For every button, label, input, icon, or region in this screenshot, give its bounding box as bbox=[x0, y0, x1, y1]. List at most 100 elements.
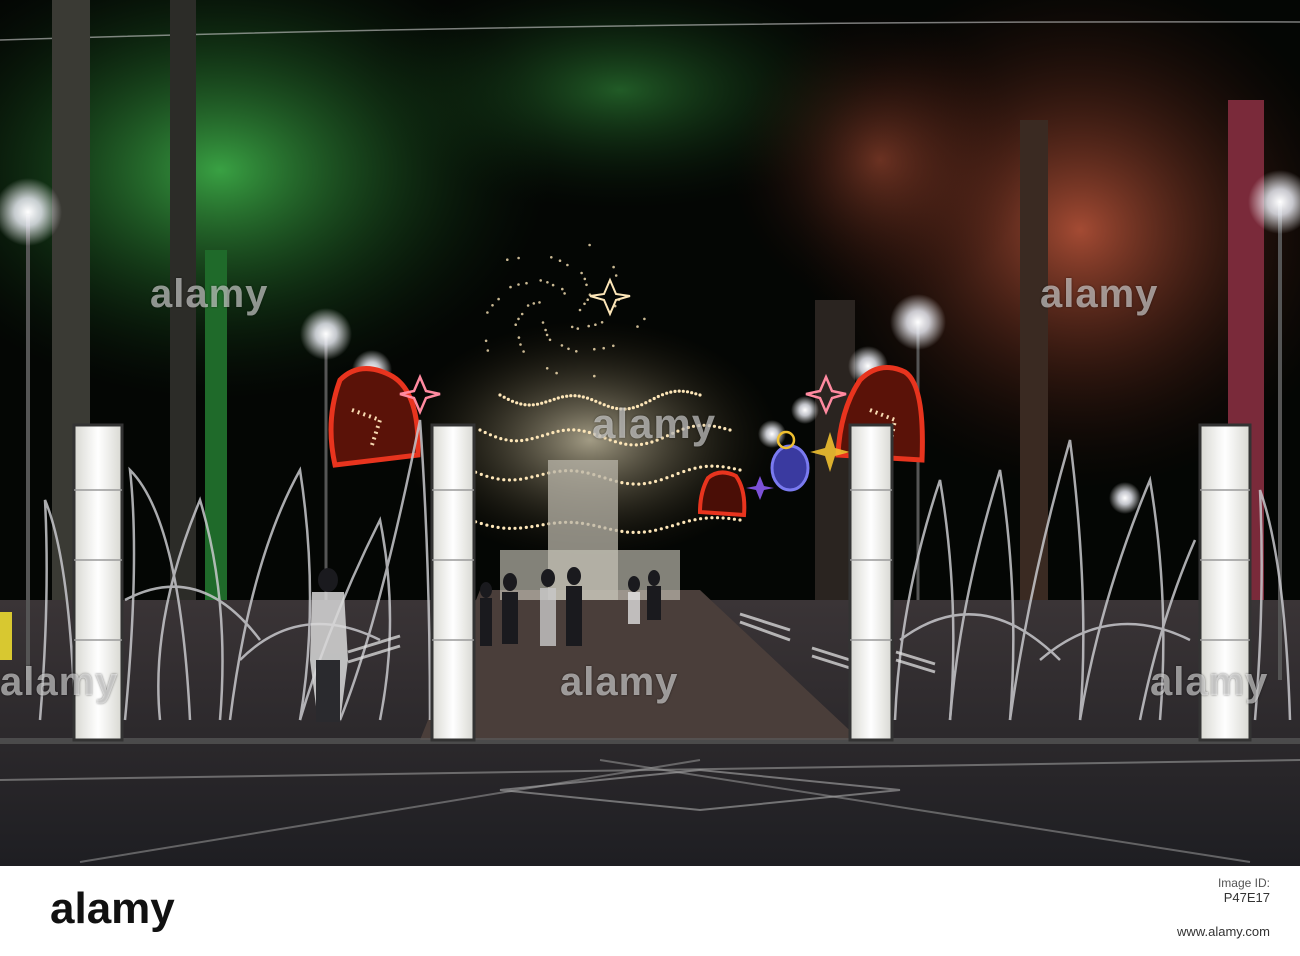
light-column bbox=[848, 423, 894, 742]
garland-light bbox=[565, 394, 569, 398]
garland-light bbox=[682, 520, 686, 525]
garland-light bbox=[504, 438, 508, 442]
garland-light bbox=[718, 425, 722, 429]
tree-sparkle-light bbox=[587, 324, 590, 328]
garland-light bbox=[513, 526, 517, 530]
garland-light bbox=[544, 400, 548, 404]
garland-light bbox=[551, 431, 555, 435]
stock-footer: alamy Image ID: P47E17 www.alamy.com bbox=[0, 866, 1300, 956]
tree-sparkle-light bbox=[583, 302, 586, 306]
garland-light bbox=[676, 471, 680, 476]
garland-light bbox=[479, 472, 483, 476]
garland-light bbox=[727, 466, 731, 470]
garland-light bbox=[573, 394, 577, 398]
garland-light bbox=[502, 395, 506, 399]
tree-sparkle-light bbox=[593, 374, 596, 378]
garland-light bbox=[625, 530, 630, 534]
garland-light bbox=[681, 389, 685, 393]
garland-light bbox=[513, 478, 517, 482]
tree-sparkle-light bbox=[525, 281, 528, 285]
garland-light bbox=[738, 518, 742, 522]
garland-light bbox=[560, 395, 565, 399]
curb-line bbox=[0, 738, 1300, 744]
yellow-trash-bin bbox=[0, 612, 12, 660]
garland-light bbox=[530, 437, 534, 441]
garland-light bbox=[527, 403, 531, 407]
garland-light bbox=[478, 428, 482, 432]
garland-light bbox=[523, 403, 527, 407]
garland-light bbox=[738, 468, 742, 472]
garland-light bbox=[498, 393, 502, 397]
garland-light bbox=[659, 527, 663, 531]
garland-light bbox=[656, 394, 660, 399]
garland-light bbox=[687, 519, 692, 523]
tree-sparkle-light bbox=[486, 311, 489, 314]
garland-light bbox=[620, 481, 624, 485]
garland-light bbox=[540, 434, 545, 438]
light-column bbox=[430, 423, 476, 742]
garland-light bbox=[732, 467, 737, 471]
tree-sparkle-light bbox=[520, 312, 524, 316]
tree-sparkle-light bbox=[546, 281, 549, 284]
garland-light bbox=[519, 402, 523, 406]
tree-sparkle-light bbox=[517, 283, 520, 286]
garland-light bbox=[479, 521, 483, 526]
garland-light bbox=[698, 393, 702, 397]
garland-light bbox=[704, 516, 708, 520]
tree-sparkle-light bbox=[484, 339, 488, 343]
garland-light bbox=[699, 465, 703, 469]
garland-light bbox=[704, 464, 708, 468]
watermark: alamy bbox=[1040, 272, 1159, 316]
garland-light bbox=[665, 391, 669, 395]
garland-light bbox=[515, 401, 519, 405]
garland-light bbox=[577, 428, 581, 432]
garland-light bbox=[485, 474, 489, 478]
tree-sparkle-light bbox=[514, 323, 517, 327]
garland-light bbox=[723, 427, 727, 431]
tree-sparkle-light bbox=[509, 285, 512, 289]
garland-light bbox=[519, 526, 523, 530]
tree-sparkle-light bbox=[544, 328, 547, 332]
garland-light bbox=[660, 393, 665, 397]
garland-light bbox=[519, 477, 523, 481]
tree-sparkle-light bbox=[586, 298, 589, 302]
garland-light bbox=[488, 433, 492, 437]
tree-sparkle-light bbox=[575, 350, 578, 353]
tree-sparkle-light bbox=[539, 279, 542, 282]
garland-light bbox=[682, 469, 686, 474]
tree-sparkle-light bbox=[600, 321, 604, 324]
lamp-glow bbox=[300, 308, 352, 360]
garland-light bbox=[524, 476, 528, 480]
garland-light bbox=[485, 523, 489, 527]
garland-light bbox=[490, 524, 495, 529]
tree-sparkle-light bbox=[612, 265, 615, 269]
tree-sparkle-light bbox=[585, 283, 588, 287]
garland-light bbox=[673, 389, 677, 393]
garland-light bbox=[530, 475, 534, 479]
garland-light bbox=[556, 396, 560, 400]
garland-light bbox=[642, 482, 647, 486]
garland-light bbox=[535, 435, 539, 439]
garland-light bbox=[670, 524, 675, 528]
bell-decoration-center bbox=[697, 470, 747, 518]
tree-sparkle-light bbox=[576, 327, 580, 330]
footer-logo: alamy bbox=[50, 884, 175, 933]
garland-light bbox=[727, 516, 731, 521]
garland-light bbox=[582, 429, 586, 433]
garland-light bbox=[535, 402, 540, 406]
red-canopy-center bbox=[730, 10, 1030, 310]
garland-light bbox=[556, 429, 560, 433]
lamp-glow bbox=[791, 396, 819, 424]
garland-light bbox=[676, 522, 680, 526]
tree-sparkle-light bbox=[517, 317, 520, 321]
garland-light bbox=[509, 439, 513, 443]
watermark: alamy bbox=[0, 660, 119, 704]
garland-light bbox=[721, 465, 725, 469]
garland-light bbox=[665, 476, 669, 480]
garland-light bbox=[648, 481, 652, 485]
image-id-label: Image ID: bbox=[1217, 876, 1270, 890]
garland-light bbox=[561, 428, 565, 432]
garland-light bbox=[669, 390, 673, 394]
garland-light bbox=[540, 401, 544, 405]
garland-light bbox=[541, 523, 545, 527]
